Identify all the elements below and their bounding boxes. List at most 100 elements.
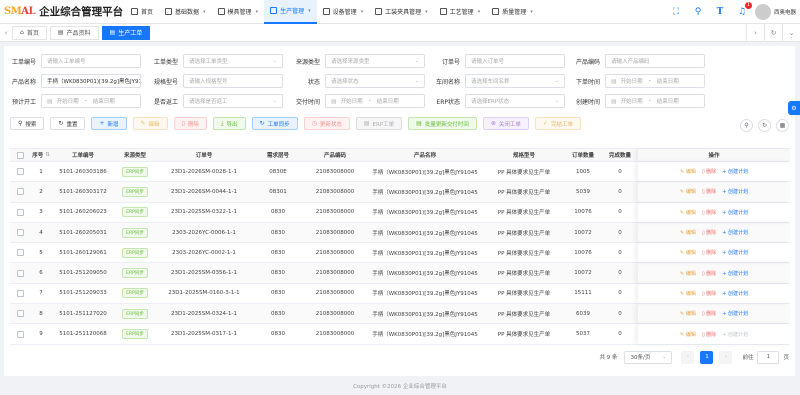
- select-all-checkbox[interactable]: [16, 151, 24, 159]
- row-edit-button[interactable]: ✎ 编辑: [680, 229, 696, 236]
- sort-icon[interactable]: ⇅: [45, 152, 50, 158]
- row-checkbox[interactable]: [16, 310, 24, 318]
- nav-item-1[interactable]: 基础数据 ▾: [159, 0, 212, 24]
- product-name-input[interactable]: 手柄（WK0830P01)[39.2g]黑色JY91: [41, 74, 141, 88]
- search-icon[interactable]: ⚲: [690, 4, 706, 20]
- nav-item-7[interactable]: 质量管理 ▾: [486, 0, 539, 24]
- table-row[interactable]: 2 5101-260303172 ERP同步 23D1-2026SM-0044-1-1…: [10, 182, 790, 203]
- row-checkbox[interactable]: [16, 168, 24, 176]
- tab-scroll-right-icon[interactable]: ›: [746, 24, 764, 42]
- product-code-input[interactable]: 请输入产品编码: [605, 54, 705, 68]
- table-row[interactable]: 9 5101-251120068 ERP同步 23D1-2025SM-0317-1-1…: [10, 324, 790, 345]
- nav-item-0[interactable]: 首页: [125, 0, 159, 24]
- row-edit-button[interactable]: ✎ 编辑: [680, 270, 696, 277]
- table-row[interactable]: 5 5101-260129061 ERP同步 2303-2026YC-0002-1-1…: [10, 243, 790, 264]
- nav-item-5[interactable]: 工装夹具管理 ▾: [369, 0, 434, 24]
- add-button[interactable]: + 新增: [91, 117, 127, 130]
- create-plan-button[interactable]: + 创建计划: [722, 270, 748, 277]
- table-row[interactable]: 6 5101-251209050 ERP同步 23D1-2025SM-0356-1-1…: [10, 263, 790, 284]
- nav-item-3[interactable]: 生产管理 ▾: [264, 0, 317, 24]
- row-edit-button[interactable]: ✎ 编辑: [680, 331, 696, 338]
- row-checkbox[interactable]: [16, 188, 24, 196]
- create-plan-button[interactable]: + 创建计划: [722, 249, 748, 256]
- fullscreen-icon[interactable]: ⛶: [668, 4, 684, 20]
- font-size-icon[interactable]: T: [712, 4, 728, 20]
- spec-model-input[interactable]: 请输入规格型号: [183, 74, 283, 88]
- row-edit-button[interactable]: ✎ 编辑: [680, 209, 696, 216]
- refresh-icon[interactable]: ↻: [758, 119, 771, 132]
- update-status-button[interactable]: ◷ 更新状态: [303, 117, 350, 130]
- tab-2[interactable]: ▤ 生产工单: [101, 25, 151, 40]
- table-row[interactable]: 7 5101-251209033 ERP同步 23D1-2025SM-0160-3-1…: [10, 284, 790, 305]
- edit-button[interactable]: ✎ 编辑: [132, 117, 168, 130]
- row-delete-button[interactable]: ▯ 删除: [702, 331, 716, 338]
- reset-button[interactable]: ↻ 重置: [50, 117, 86, 130]
- row-delete-button[interactable]: ▯ 删除: [702, 310, 716, 317]
- row-edit-button[interactable]: ✎ 编辑: [680, 249, 696, 256]
- tab-scroll-left-icon[interactable]: ‹: [0, 29, 12, 37]
- columns-icon[interactable]: ▦: [776, 119, 789, 132]
- workshop-select[interactable]: 请选择车间名称 ⌄: [465, 74, 565, 88]
- status-select[interactable]: 请选择状态 ⌄: [325, 74, 425, 88]
- table-row[interactable]: 3 5101-260206023 ERP同步 23D1-2025SM-0322-1-1…: [10, 203, 790, 223]
- chevron-down-icon[interactable]: ⌄: [782, 24, 800, 42]
- row-edit-button[interactable]: ✎ 编辑: [680, 310, 696, 317]
- row-edit-button[interactable]: ✎ 编辑: [680, 168, 696, 175]
- create-time-range[interactable]: ▤ 开始日期 - 结束日期: [605, 94, 705, 108]
- erp-order-button[interactable]: ▤ ERP工单: [355, 117, 403, 130]
- nav-item-6[interactable]: 工艺管理 ▾: [434, 0, 487, 24]
- nav-item-4[interactable]: 设备管理 ▾: [317, 0, 370, 24]
- create-plan-button[interactable]: + 创建计划: [722, 310, 748, 317]
- batch-update-button[interactable]: ▤ 批量更新交付时间: [408, 117, 477, 130]
- delivery-time-range[interactable]: ▤ 开始日期 - 结束日期: [325, 94, 425, 108]
- is-outsourced-select[interactable]: 请选择是否返工 ⌄: [183, 94, 283, 108]
- row-delete-button[interactable]: ▯ 删除: [702, 188, 716, 195]
- bell-icon[interactable]: ♫ 1: [734, 2, 752, 20]
- row-checkbox[interactable]: [16, 330, 24, 338]
- create-plan-button[interactable]: + 创建计划: [722, 290, 748, 297]
- row-delete-button[interactable]: ▯ 删除: [702, 209, 716, 216]
- row-checkbox[interactable]: [16, 229, 24, 237]
- row-edit-button[interactable]: ✎ 编辑: [680, 290, 696, 297]
- avatar[interactable]: [754, 4, 771, 20]
- row-delete-button[interactable]: ▯ 删除: [702, 270, 716, 277]
- username[interactable]: 西奥电器: [774, 8, 796, 16]
- work-order-type-select[interactable]: 请选择工单类型 ⌄: [183, 54, 283, 68]
- create-plan-button[interactable]: + 创建计划: [722, 209, 748, 216]
- erp-status-select[interactable]: 请选择ERP状态 ⌄: [465, 94, 565, 108]
- export-button[interactable]: ⤓ 导出: [212, 117, 246, 130]
- logo[interactable]: SMAL 企业综合管理平台: [0, 4, 125, 19]
- row-delete-button[interactable]: ▯ 删除: [702, 249, 716, 256]
- finish-order-button[interactable]: ✓ 完结工单: [534, 117, 581, 130]
- row-edit-button[interactable]: ✎ 编辑: [680, 188, 696, 195]
- create-plan-button[interactable]: + 创建计划: [722, 331, 748, 338]
- nav-item-2[interactable]: 模具管理 ▾: [212, 0, 265, 24]
- order-no-input[interactable]: 请输入订单号: [465, 54, 565, 68]
- row-delete-button[interactable]: ▯ 删除: [702, 290, 716, 297]
- row-checkbox[interactable]: [16, 289, 24, 297]
- row-checkbox[interactable]: [16, 208, 24, 216]
- toggle-search-icon[interactable]: ⚲: [740, 119, 753, 132]
- search-button[interactable]: ⚲ 搜索: [10, 117, 45, 130]
- row-checkbox[interactable]: [16, 269, 24, 277]
- order-time-range[interactable]: ▤ 开始日期 - 结束日期: [605, 74, 705, 88]
- column-header[interactable]: 序号 ⇅: [30, 149, 52, 161]
- source-type-select[interactable]: 请选择来源类型 ⌄: [325, 54, 425, 68]
- row-checkbox[interactable]: [16, 249, 24, 257]
- prev-page-button[interactable]: ‹: [681, 350, 695, 364]
- create-plan-button[interactable]: + 创建计划: [722, 188, 748, 195]
- refresh-icon[interactable]: ↻: [764, 24, 782, 42]
- row-delete-button[interactable]: ▯ 删除: [702, 168, 716, 175]
- page-number[interactable]: 1: [700, 350, 714, 364]
- close-order-button[interactable]: ⊗ 关闭工单: [482, 117, 529, 130]
- row-delete-button[interactable]: ▯ 删除: [702, 229, 716, 236]
- table-row[interactable]: 1 5101-260303186 ERP同步 23D1-2026SM-0028-1-1…: [10, 162, 790, 183]
- tab-0[interactable]: ⌂ 首页: [12, 25, 47, 40]
- settings-icon[interactable]: ⚙: [788, 101, 800, 115]
- sync-button[interactable]: ↻ 工单同步: [251, 117, 298, 130]
- table-row[interactable]: 8 5101-251127020 ERP同步 23D1-2025SM-0324-1-1…: [10, 304, 790, 325]
- work-order-no-input[interactable]: 请输入工单编号: [41, 54, 141, 68]
- planned-start-range[interactable]: ▤ 开始日期 - 结束日期: [41, 94, 141, 108]
- create-plan-button[interactable]: + 创建计划: [722, 168, 748, 175]
- tab-1[interactable]: ▤ 产品资料: [49, 25, 99, 40]
